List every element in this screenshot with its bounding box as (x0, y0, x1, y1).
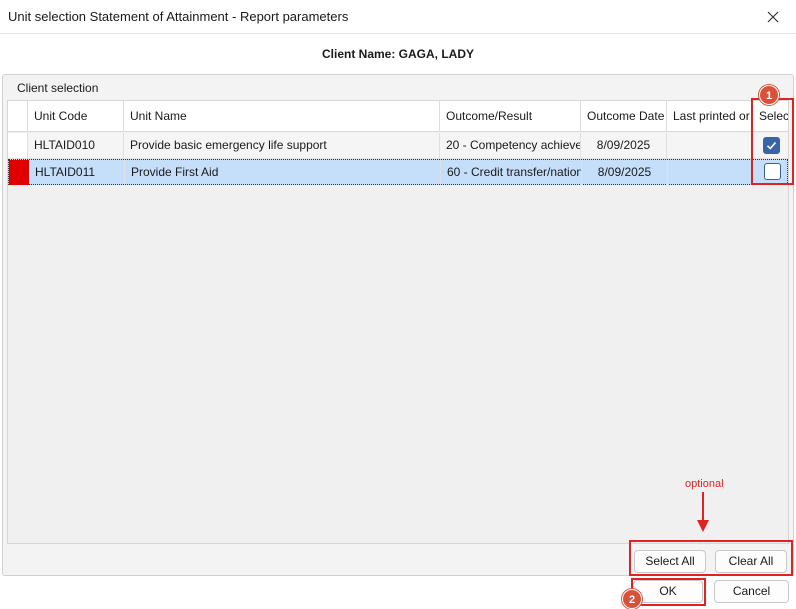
annotation-arrow-head (697, 520, 709, 532)
annotation-box-ok (631, 578, 706, 606)
column-header-outcome-date[interactable]: Outcome Date (581, 101, 667, 132)
table-row[interactable]: HLTAID010 Provide basic emergency life s… (8, 133, 788, 159)
column-header-unit-code[interactable]: Unit Code (28, 101, 124, 132)
annotation-badge-1: 1 (759, 85, 779, 105)
client-name-label: Client Name: GAGA, LADY (321, 47, 474, 61)
row-indicator-red (9, 160, 29, 185)
cell-outcome: 60 - Credit transfer/nationa (441, 160, 582, 185)
close-icon (767, 11, 779, 23)
cell-unit-name: Provide First Aid (125, 160, 441, 185)
grid-header: Unit Code Unit Name Outcome/Result Outco… (8, 101, 788, 132)
group-label: Client selection (17, 81, 99, 95)
row-indicator-header (8, 101, 28, 132)
annotation-box-select-clear (629, 540, 793, 576)
annotation-box-select-column (751, 98, 794, 185)
cell-unit-code: HLTAID010 (28, 133, 124, 158)
column-header-outcome[interactable]: Outcome/Result (440, 101, 581, 132)
cell-unit-code: HLTAID011 (29, 160, 125, 185)
cell-last-printed (668, 160, 754, 185)
cell-last-printed (667, 133, 753, 158)
table-row[interactable]: HLTAID011 Provide First Aid 60 - Credit … (8, 159, 788, 185)
cell-outcome-date: 8/09/2025 (582, 160, 668, 185)
annotation-arrow-line (702, 492, 704, 522)
close-button[interactable] (750, 0, 796, 34)
cell-outcome: 20 - Competency achieved (440, 133, 581, 158)
units-grid: Unit Code Unit Name Outcome/Result Outco… (7, 100, 789, 544)
annotation-optional-label: optional (685, 478, 724, 490)
title-bar: Unit selection Statement of Attainment -… (0, 0, 796, 34)
column-header-unit-name[interactable]: Unit Name (124, 101, 440, 132)
cell-outcome-date: 8/09/2025 (581, 133, 667, 158)
cell-unit-name: Provide basic emergency life support (124, 133, 440, 158)
cancel-button[interactable]: Cancel (714, 580, 789, 603)
annotation-badge-2: 2 (622, 589, 642, 609)
client-selection-group: Client selection Unit Code Unit Name Out… (2, 74, 794, 576)
row-indicator (8, 133, 28, 158)
column-header-last-printed[interactable]: Last printed or (667, 101, 753, 132)
window-title: Unit selection Statement of Attainment -… (8, 9, 349, 24)
